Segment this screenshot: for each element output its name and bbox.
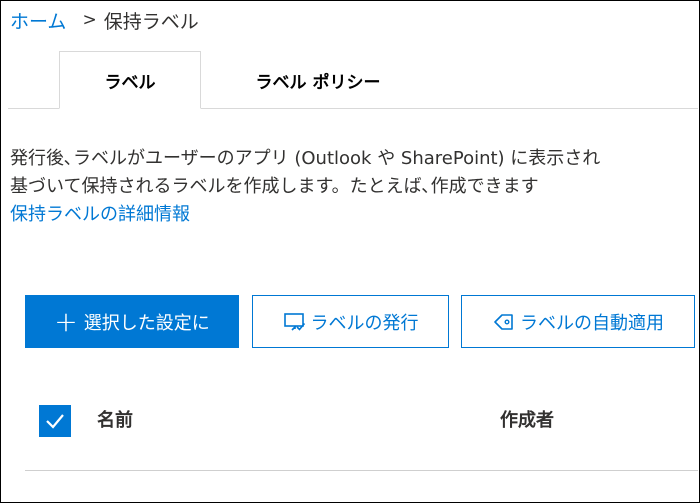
page-description: 発行後､ラベルがユーザーのアプリ (Outlook や SharePoint) … [10, 145, 699, 229]
create-label-text: 選択した設定に [83, 312, 210, 334]
tag-icon [492, 311, 516, 333]
breadcrumb: ホーム > 保持ラベル [10, 7, 199, 33]
publish-labels-button[interactable]: ラベルの発行 [252, 295, 449, 348]
description-line-2: 基づいて保持されるラベルを作成します。たとえば､作成できます [10, 176, 539, 197]
checkmark-icon [46, 414, 64, 429]
create-label-button[interactable]: + 選択した設定に [25, 295, 239, 348]
breadcrumb-separator: > [82, 10, 97, 30]
learn-more-link[interactable]: 保持ラベルの詳細情報 [10, 201, 699, 229]
tab-label-policies[interactable]: ラベル ポリシー [223, 51, 413, 109]
tab-labels[interactable]: ラベル [59, 51, 201, 109]
breadcrumb-home-link[interactable]: ホーム [10, 7, 66, 34]
publish-labels-text: ラベルの発行 [310, 312, 419, 334]
breadcrumb-current: 保持ラベル [103, 10, 199, 33]
column-header-name[interactable]: 名前 [97, 405, 133, 433]
select-all-checkbox[interactable] [39, 405, 71, 437]
auto-apply-label-text: ラベルの自動適用 [520, 312, 664, 334]
auto-apply-label-button[interactable]: ラベルの自動適用 [461, 295, 695, 348]
column-header-created-by[interactable]: 作成者 [500, 405, 554, 433]
table-header-divider [25, 470, 698, 471]
app-frame: ホーム > 保持ラベル ラベル ラベル ポリシー 発行後､ラベルがユーザーのアプ… [0, 0, 700, 503]
plus-icon: + [54, 304, 78, 338]
description-line-1: 発行後､ラベルがユーザーのアプリ (Outlook や SharePoint) … [10, 148, 601, 169]
publish-label-icon [283, 311, 307, 333]
